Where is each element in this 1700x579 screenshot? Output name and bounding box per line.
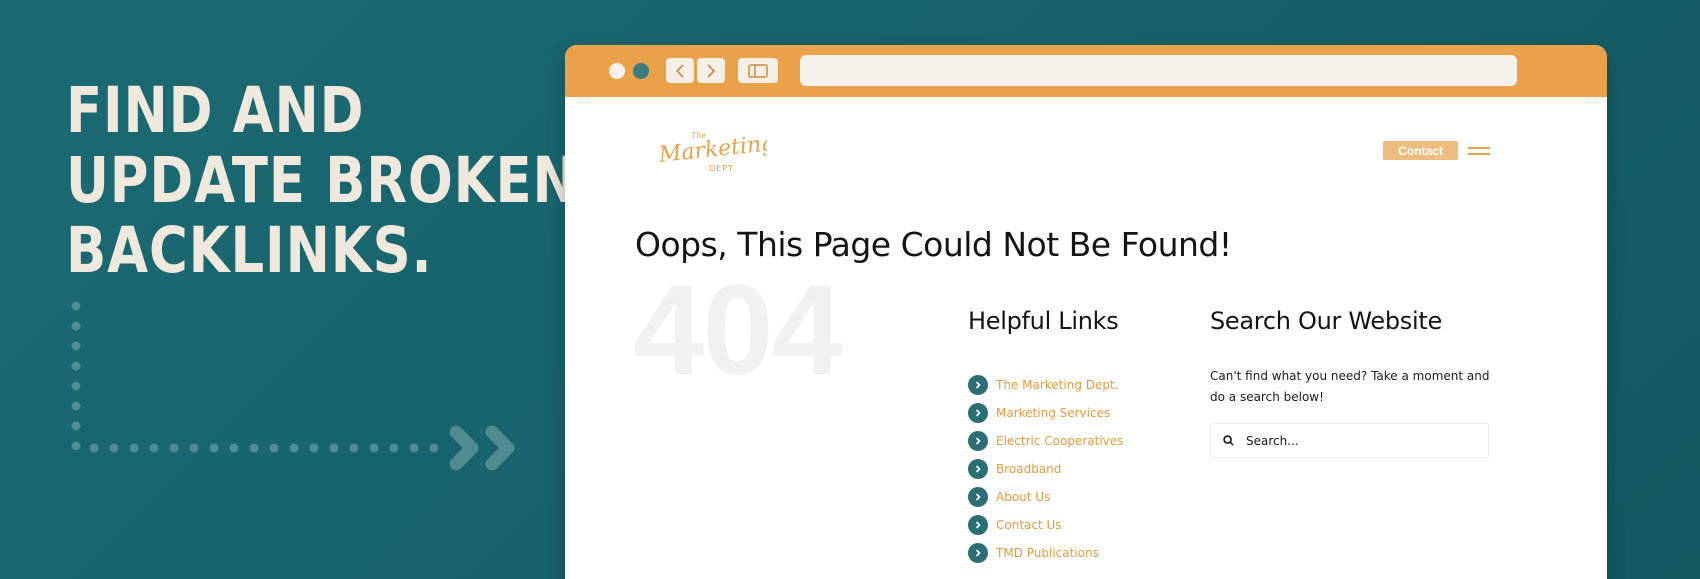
chevron-right-icon — [968, 459, 988, 479]
list-item[interactable]: Contact Us — [968, 511, 1123, 539]
window-dot-icon[interactable] — [633, 63, 649, 79]
search-description: Can't find what you need? Take a moment … — [1210, 369, 1490, 404]
list-item[interactable]: Broadband — [968, 455, 1123, 483]
window-dot-icon[interactable] — [609, 63, 625, 79]
list-item[interactable]: Marketing Services — [968, 399, 1123, 427]
hamburger-icon[interactable] — [1468, 145, 1490, 157]
list-item[interactable]: Electric Cooperatives — [968, 427, 1123, 455]
chevron-right-icon — [707, 63, 716, 78]
search-icon — [1223, 435, 1234, 446]
list-item[interactable]: TMD Publications — [968, 539, 1123, 567]
chevron-right-icon — [968, 515, 988, 535]
sidebar-toggle-button[interactable] — [738, 58, 778, 83]
chevron-right-icon — [968, 431, 988, 451]
address-bar[interactable] — [800, 55, 1517, 86]
chevron-right-icon — [968, 403, 988, 423]
helpful-link[interactable]: About Us — [996, 490, 1050, 504]
list-item[interactable]: The Marketing Dept. — [968, 371, 1123, 399]
contact-button[interactable]: Contact — [1383, 141, 1458, 160]
chevron-right-icon — [968, 375, 988, 395]
forward-button[interactable] — [697, 58, 725, 83]
helpful-link[interactable]: Contact Us — [996, 518, 1062, 532]
site-logo[interactable]: The Marketing DEPT. — [657, 125, 767, 173]
helpful-link[interactable]: The Marketing Dept. — [996, 378, 1119, 392]
svg-text:Marketing: Marketing — [657, 131, 767, 168]
search-input[interactable] — [1246, 433, 1466, 448]
dotted-arrow-decoration — [71, 301, 515, 471]
search-box[interactable] — [1210, 423, 1489, 458]
chevron-right-icon — [968, 487, 988, 507]
chevron-right-icon — [968, 543, 988, 563]
double-chevron-icon — [449, 425, 515, 471]
sidebar-toggle-icon — [748, 63, 768, 78]
helpful-link[interactable]: Marketing Services — [996, 406, 1110, 420]
list-item[interactable]: About Us — [968, 483, 1123, 511]
search-section-title: Search Our Website — [1210, 307, 1442, 335]
error-code: 404 — [633, 259, 843, 402]
svg-text:DEPT.: DEPT. — [709, 164, 737, 173]
back-button[interactable] — [666, 58, 694, 83]
helpful-links-list: The Marketing Dept. Marketing Services E… — [968, 371, 1123, 567]
helpful-links-title: Helpful Links — [968, 307, 1119, 335]
browser-toolbar — [565, 45, 1607, 97]
helpful-link[interactable]: Broadband — [996, 462, 1061, 476]
helpful-link[interactable]: TMD Publications — [996, 546, 1099, 560]
helpful-link[interactable]: Electric Cooperatives — [996, 434, 1123, 448]
chevron-left-icon — [675, 63, 684, 78]
browser-window: The Marketing DEPT. Contact Oops, This P… — [565, 45, 1607, 579]
